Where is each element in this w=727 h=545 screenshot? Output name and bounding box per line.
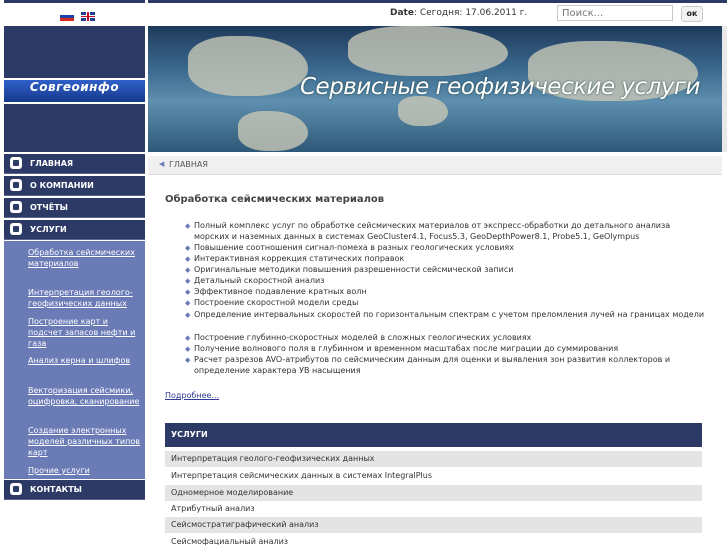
table-row[interactable]: Одномерное моделирование	[165, 485, 702, 501]
list-item: Повышение соотношения сигнал-помеха в ра…	[194, 243, 514, 252]
submenu-item[interactable]: Создание электронных моделей различных т…	[28, 425, 144, 458]
table-row[interactable]: Сейсмостратиграфический анализ	[165, 517, 702, 533]
list-item: Детальный скоростной анализ	[194, 276, 325, 285]
breadcrumb	[148, 156, 722, 175]
sidebar-item-label: ГЛАВНАЯ	[30, 159, 74, 168]
services-submenu: Обработка сейсмических материалов Интерп…	[4, 241, 145, 479]
home-icon	[10, 157, 22, 169]
list-item: Построение скоростной модели среды	[194, 298, 359, 307]
breadcrumb-arrow-icon: ◀	[159, 160, 165, 168]
bullet-icon: ◆	[185, 334, 191, 342]
bullet-icon: ◆	[185, 255, 191, 263]
sidebar-item-label: ОТЧЁТЫ	[30, 203, 68, 212]
table-row[interactable]: Сейсмофациальный анализ	[165, 534, 702, 545]
sidebar-item-home[interactable]: ГЛАВНАЯ	[4, 154, 145, 174]
submenu-item[interactable]: Прочие услуги	[28, 465, 144, 476]
bullet-icon: ◆	[185, 288, 191, 296]
list-item: Полный комплекс услуг по обработке сейсм…	[194, 221, 671, 241]
submenu-item[interactable]: Обработка сейсмических материалов	[28, 247, 144, 269]
sidebar-item-reports[interactable]: ОТЧЁТЫ	[4, 198, 145, 218]
submenu-item[interactable]: Интерпретация геолого-геофизических данн…	[28, 287, 144, 309]
logo-text: Совгеоинфо	[29, 80, 120, 94]
bullet-icon: ◆	[185, 311, 191, 319]
sidebar-item-label: КОНТАКТЫ	[30, 485, 82, 494]
search-button[interactable]: ок	[681, 6, 703, 22]
table-row[interactable]: Атрибутный анализ	[165, 501, 702, 517]
more-link[interactable]: Подробнее...	[165, 391, 219, 400]
submenu-item[interactable]: Построение карт и подсчет запасов нефти …	[28, 316, 144, 349]
sidebar-item-company[interactable]: О КОМПАНИИ	[4, 176, 145, 196]
date-display: Date: Сегодня: 17.06.2011 г.	[390, 8, 528, 18]
list-item: Оригинальные методики повышения разрешен…	[194, 265, 514, 274]
russian-flag-icon[interactable]	[60, 12, 74, 21]
english-flag-icon[interactable]	[81, 12, 95, 21]
list-item: Построение глубинно-скоростных моделей в…	[194, 333, 532, 342]
bullet-icon: ◆	[185, 345, 191, 353]
language-bar	[4, 0, 145, 26]
bullet-icon: ◆	[185, 266, 191, 274]
contacts-icon	[10, 483, 22, 495]
list-item: Определение интервальных скоростей по го…	[194, 310, 705, 319]
bullet-icon: ◆	[185, 244, 191, 252]
bullet-icon: ◆	[185, 222, 191, 230]
page-title: Обработка сейсмических материалов	[165, 194, 385, 205]
submenu-item[interactable]: Векторизация сейсмики, оцифровка, сканир…	[28, 385, 144, 407]
services-icon	[10, 223, 22, 235]
top-divider	[148, 0, 727, 3]
services-table-header: УСЛУГИ	[165, 423, 702, 447]
breadcrumb-link[interactable]: ГЛАВНАЯ	[169, 160, 208, 169]
sidebar-item-contacts[interactable]: КОНТАКТЫ	[4, 480, 145, 500]
bullet-icon: ◆	[185, 299, 191, 307]
sidebar-item-label: О КОМПАНИИ	[30, 181, 94, 190]
bullet-icon: ◆	[185, 277, 191, 285]
list-item: Эффективное подавление кратных волн	[194, 287, 367, 296]
reports-icon	[10, 201, 22, 213]
list-item: Расчет разрезов AVO-атрибутов по сейсмич…	[194, 355, 671, 375]
company-icon	[10, 179, 22, 191]
submenu-item[interactable]: Анализ керна и шлифов	[28, 355, 144, 366]
table-row[interactable]: Интерпретация сейсмических данных в сист…	[165, 468, 702, 484]
list-item: Получение волнового поля в глубинном и в…	[194, 344, 619, 353]
sidebar-item-services[interactable]: УСЛУГИ	[4, 220, 145, 240]
sidebar-item-label: УСЛУГИ	[30, 225, 67, 234]
search-input[interactable]	[557, 5, 673, 21]
banner-title: Сервисные геофизические услуги	[300, 74, 701, 100]
table-row[interactable]: Интерпретация геолого-геофизических данн…	[165, 451, 702, 467]
bullet-icon: ◆	[185, 356, 191, 364]
list-item: Интерактивная коррекция статических попр…	[194, 254, 405, 263]
scrollbar[interactable]	[722, 26, 727, 152]
